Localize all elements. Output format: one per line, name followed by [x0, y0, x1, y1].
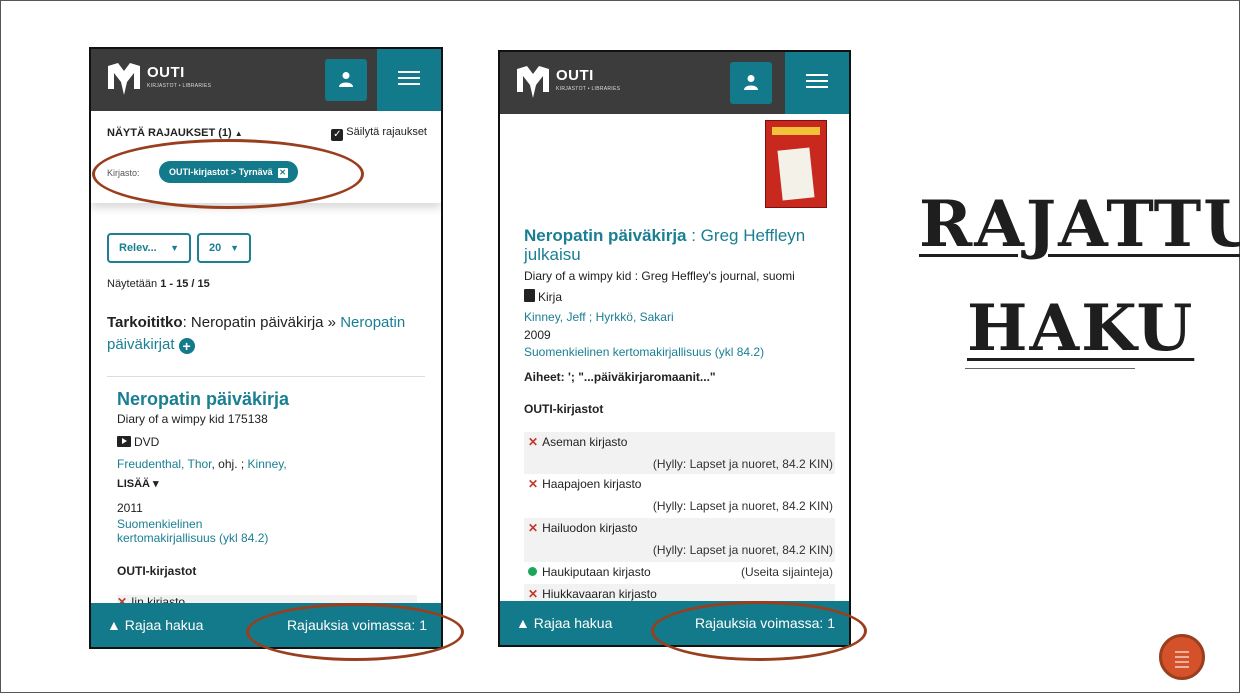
- brand-tagline: KIRJASTOT • LIBRARIES: [147, 83, 212, 89]
- menu-button[interactable]: [785, 52, 849, 114]
- libraries-heading: OUTI-kirjastot: [117, 564, 197, 578]
- brand-tagline: KIRJASTOT • LIBRARIES: [556, 86, 621, 92]
- add-plus-icon[interactable]: +: [178, 338, 195, 354]
- classification-link[interactable]: Suomenkielinen kertomakirjallisuus (ykl …: [524, 345, 764, 359]
- sort-select[interactable]: Relev... ▼: [107, 233, 191, 263]
- show-filters-toggle[interactable]: NÄYTÄ RAJAUKSET (1) ▲: [107, 127, 243, 139]
- more-toggle[interactable]: LISÄÄ ▾: [117, 477, 159, 490]
- holding-row[interactable]: ✕ Hailuodon kirjasto (Hylly: Lapset ja nu…: [524, 518, 835, 562]
- results-count: Näytetään 1 - 15 / 15: [107, 278, 210, 290]
- outi-logo-icon: [517, 66, 549, 98]
- available-icon: [528, 567, 537, 576]
- author-link[interactable]: Hyrkkö, Sakari: [596, 310, 674, 324]
- did-you-mean: Tarkoititko: Neropatin päiväkirja » Nero…: [107, 314, 406, 354]
- hamburger-icon: [398, 71, 420, 73]
- account-button[interactable]: [730, 62, 772, 104]
- title-rule: [965, 368, 1135, 369]
- record-authors: Kinney, Jeff ; Hyrkkö, Sakari: [524, 310, 674, 324]
- unavailable-icon: ✕: [528, 521, 539, 535]
- author-link[interactable]: Freudenthal, Thor: [117, 457, 212, 471]
- result-authors: Freudenthal, Thor, ohj. ; Kinney,: [117, 457, 287, 471]
- phone-screenshot-record: OUTI KIRJASTOT • LIBRARIES Neropatin päi…: [498, 50, 851, 647]
- app-header: OUTI KIRJASTOT • LIBRARIES: [91, 49, 441, 111]
- author-link[interactable]: Kinney, Jeff: [524, 310, 586, 324]
- record-format: Kirja: [524, 289, 562, 304]
- brand-name: OUTI: [556, 67, 594, 84]
- result-subtitle: Diary of a wimpy kid 175138: [117, 412, 268, 426]
- unavailable-icon: ✕: [528, 477, 539, 491]
- hamburger-icon: [806, 74, 828, 76]
- user-icon: [744, 75, 758, 90]
- narrow-search-button[interactable]: ▲ Rajaa hakua: [516, 615, 612, 631]
- result-format: DVD: [117, 435, 159, 449]
- holding-row[interactable]: ✕ Aseman kirjasto (Hylly: Lapset ja nuore…: [524, 432, 835, 474]
- libraries-heading: OUTI-kirjastot: [524, 402, 604, 416]
- checkbox-checked-icon: ✓: [331, 129, 344, 141]
- highlight-oval: [246, 603, 464, 661]
- holding-row[interactable]: Haukiputaan kirjasto (Useita sijainteja): [524, 562, 835, 584]
- dropdown-caret-icon: ▼: [170, 243, 179, 253]
- phone-screenshot-filtered-search: OUTI KIRJASTOT • LIBRARIES NÄYTÄ RAJAUKS…: [89, 47, 443, 649]
- limit-select[interactable]: 20 ▼: [197, 233, 251, 263]
- menu-button[interactable]: [377, 49, 441, 111]
- user-icon: [339, 72, 353, 87]
- holding-row[interactable]: ✕ Haapajoen kirjasto (Hylly: Lapset ja nu…: [524, 474, 835, 518]
- author-link[interactable]: Kinney,: [248, 457, 287, 471]
- keep-filters-checkbox[interactable]: ✓ Säilytä rajaukset: [331, 126, 427, 141]
- classification-link[interactable]: Suomenkielinen kertomakirjallisuus (ykl …: [117, 517, 268, 545]
- book-icon: [524, 289, 535, 302]
- record-title: Neropatin päiväkirja : Greg Heffleyn jul…: [524, 226, 806, 264]
- account-button[interactable]: [325, 59, 367, 101]
- app-header: OUTI KIRJASTOT • LIBRARIES: [500, 52, 849, 114]
- presentation-slide: OUTI KIRJASTOT • LIBRARIES NÄYTÄ RAJAUKS…: [0, 0, 1240, 693]
- unavailable-icon: ✕: [528, 587, 539, 601]
- unavailable-icon: ✕: [528, 435, 539, 449]
- decorative-orb-icon: [1159, 634, 1205, 680]
- dvd-icon: [117, 436, 131, 447]
- result-year: 2011: [117, 501, 143, 515]
- slide-title: RAJATTU HAKU: [919, 187, 1240, 366]
- divider: [107, 376, 425, 377]
- caret-up-icon: ▲: [234, 129, 243, 138]
- record-subjects: Aiheet: '; "...päiväkirjaromaanit...": [524, 370, 716, 384]
- narrow-search-button[interactable]: ▲ Rajaa hakua: [107, 617, 203, 633]
- book-cover-image[interactable]: [765, 120, 827, 208]
- record-year: 2009: [524, 328, 551, 342]
- result-title-link[interactable]: Neropatin päiväkirja: [117, 389, 289, 410]
- outi-logo-icon: [108, 63, 140, 95]
- holdings-list: ✕ Aseman kirjasto (Hylly: Lapset ja nuore…: [524, 432, 835, 602]
- record-subtitle: Diary of a wimpy kid : Greg Heffley's jo…: [524, 269, 795, 283]
- holding-row[interactable]: ✕ Hiukkavaaran kirjasto: [524, 584, 835, 602]
- brand-name: OUTI: [147, 64, 185, 81]
- highlight-oval: [651, 601, 867, 661]
- dropdown-caret-icon: ▼: [230, 243, 239, 253]
- highlight-oval: [92, 139, 364, 209]
